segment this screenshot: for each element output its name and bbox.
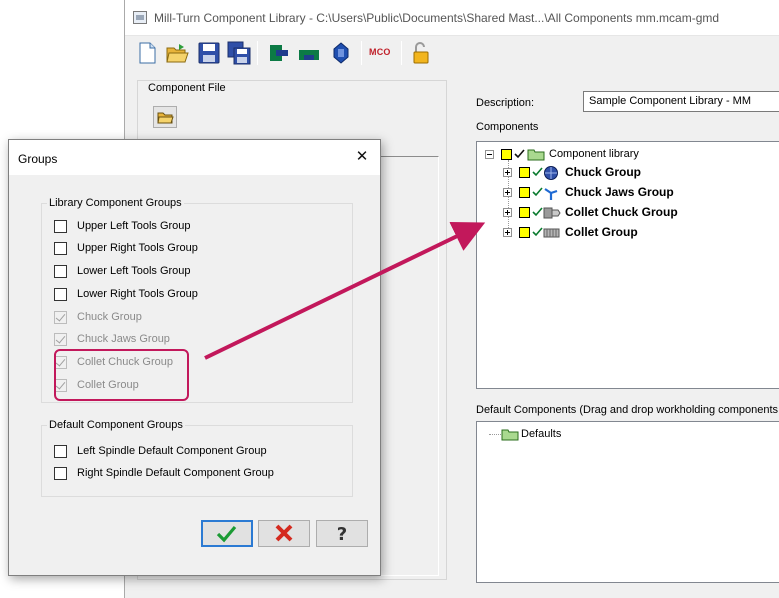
checkbox-label: Right Spindle Default Component Group [77,467,274,479]
tree-label: Collet Chuck Group [565,205,678,219]
folder-icon [527,149,545,161]
checkbox-label: Upper Left Tools Group [77,220,191,232]
expand-icon[interactable] [503,168,512,177]
tree-item-collet-group[interactable]: Collet Group [503,224,779,242]
checkbox-label: Chuck Group [77,311,142,323]
toolbar-separator [401,41,402,65]
tree-root-component-library[interactable]: Component library [483,146,779,164]
open-component-file-button[interactable] [153,106,177,128]
cancel-button[interactable] [258,520,310,547]
save-icon[interactable] [197,41,221,65]
check-icon [532,187,543,197]
default-components-tree[interactable]: Defaults [476,421,779,583]
question-mark-icon: ? [337,524,347,545]
checkbox-label: Left Spindle Default Component Group [77,445,267,457]
checkbox [54,333,67,346]
chuck-component-icon[interactable] [267,41,291,65]
collet-chuck-icon [543,207,561,219]
components-tree[interactable]: Component library Chuck Group Chuck Jaws… [476,141,779,389]
chuck-jaws-icon [544,188,558,200]
tree-label: Chuck Group [565,165,642,179]
tree-item-defaults[interactable]: Defaults [501,426,701,444]
tree-item-chuck-group[interactable]: Chuck Group [503,164,779,182]
expand-icon[interactable] [503,228,512,237]
tree-item-collet-chuck-group[interactable]: Collet Chuck Group [503,204,779,222]
check-icon [532,207,543,217]
component-list-panel[interactable] [373,156,439,576]
checkbox[interactable] [54,265,67,278]
collet-icon [543,228,560,238]
tree-label: Collet Group [565,225,638,239]
check-icon [514,149,525,159]
open-folder-icon[interactable] [165,41,189,65]
app-icon [133,11,147,24]
checkbox-label: Upper Right Tools Group [77,242,198,254]
collapse-icon[interactable] [485,150,494,159]
window-titlebar: Mill-Turn Component Library - C:\Users\P… [125,0,779,36]
folder-icon [501,429,519,441]
chuck-icon [544,166,558,180]
toolbar: MCO [125,36,779,70]
expand-icon[interactable] [503,188,512,197]
check-icon [532,227,543,237]
green-check-icon [216,525,237,543]
new-file-icon[interactable] [135,41,159,65]
window-title: Mill-Turn Component Library - C:\Users\P… [154,11,720,25]
jaws-component-icon[interactable] [297,41,321,65]
yellow-box-icon [519,167,530,178]
yellow-box-icon [501,149,512,160]
yellow-box-icon [519,227,530,238]
mco-label: MCO [369,47,391,57]
checkbox[interactable] [54,467,67,480]
red-x-icon [275,524,293,542]
tree-label: Chuck Jaws Group [565,185,674,199]
default-components-label: Default Components (Drag and drop workho… [476,404,779,416]
default-groups-title: Default Component Groups [47,419,185,431]
svg-text:?: ? [337,524,347,545]
check-icon [532,167,543,177]
components-label: Components [476,121,539,133]
expand-icon[interactable] [503,208,512,217]
description-field[interactable]: Sample Component Library - MM [583,91,779,112]
yellow-box-icon [519,207,530,218]
open-folder-icon [157,112,174,124]
yellow-box-icon [519,187,530,198]
library-groups-title: Library Component Groups [47,197,184,209]
tree-line [489,434,501,435]
dialog-titlebar: Groups ✕ [9,140,380,175]
checkbox[interactable] [54,220,67,233]
component-file-label: Component File [145,82,229,94]
save-all-icon[interactable] [227,41,251,65]
ok-button[interactable] [201,520,253,547]
unlock-icon[interactable] [409,41,433,65]
toolbar-separator [361,41,362,65]
help-button[interactable]: ? [316,520,368,547]
checkbox[interactable] [54,288,67,301]
checkbox [54,311,67,324]
close-icon[interactable]: ✕ [350,146,374,168]
tree-label: Defaults [521,428,562,440]
description-label: Description: [476,97,535,109]
collet-component-icon[interactable] [329,41,353,65]
checkbox[interactable] [54,242,67,255]
toolbar-separator [257,41,258,65]
tree-item-chuck-jaws-group[interactable]: Chuck Jaws Group [503,184,779,202]
dialog-title: Groups [18,152,58,166]
annotation-highlight [54,349,189,401]
checkbox[interactable] [54,445,67,458]
checkbox-label: Chuck Jaws Group [77,333,170,345]
mco-button[interactable]: MCO [369,41,397,65]
tree-label: Component library [549,148,639,160]
default-groups-box [41,425,353,497]
checkbox-label: Lower Right Tools Group [77,288,198,300]
checkbox-label: Lower Left Tools Group [77,265,191,277]
